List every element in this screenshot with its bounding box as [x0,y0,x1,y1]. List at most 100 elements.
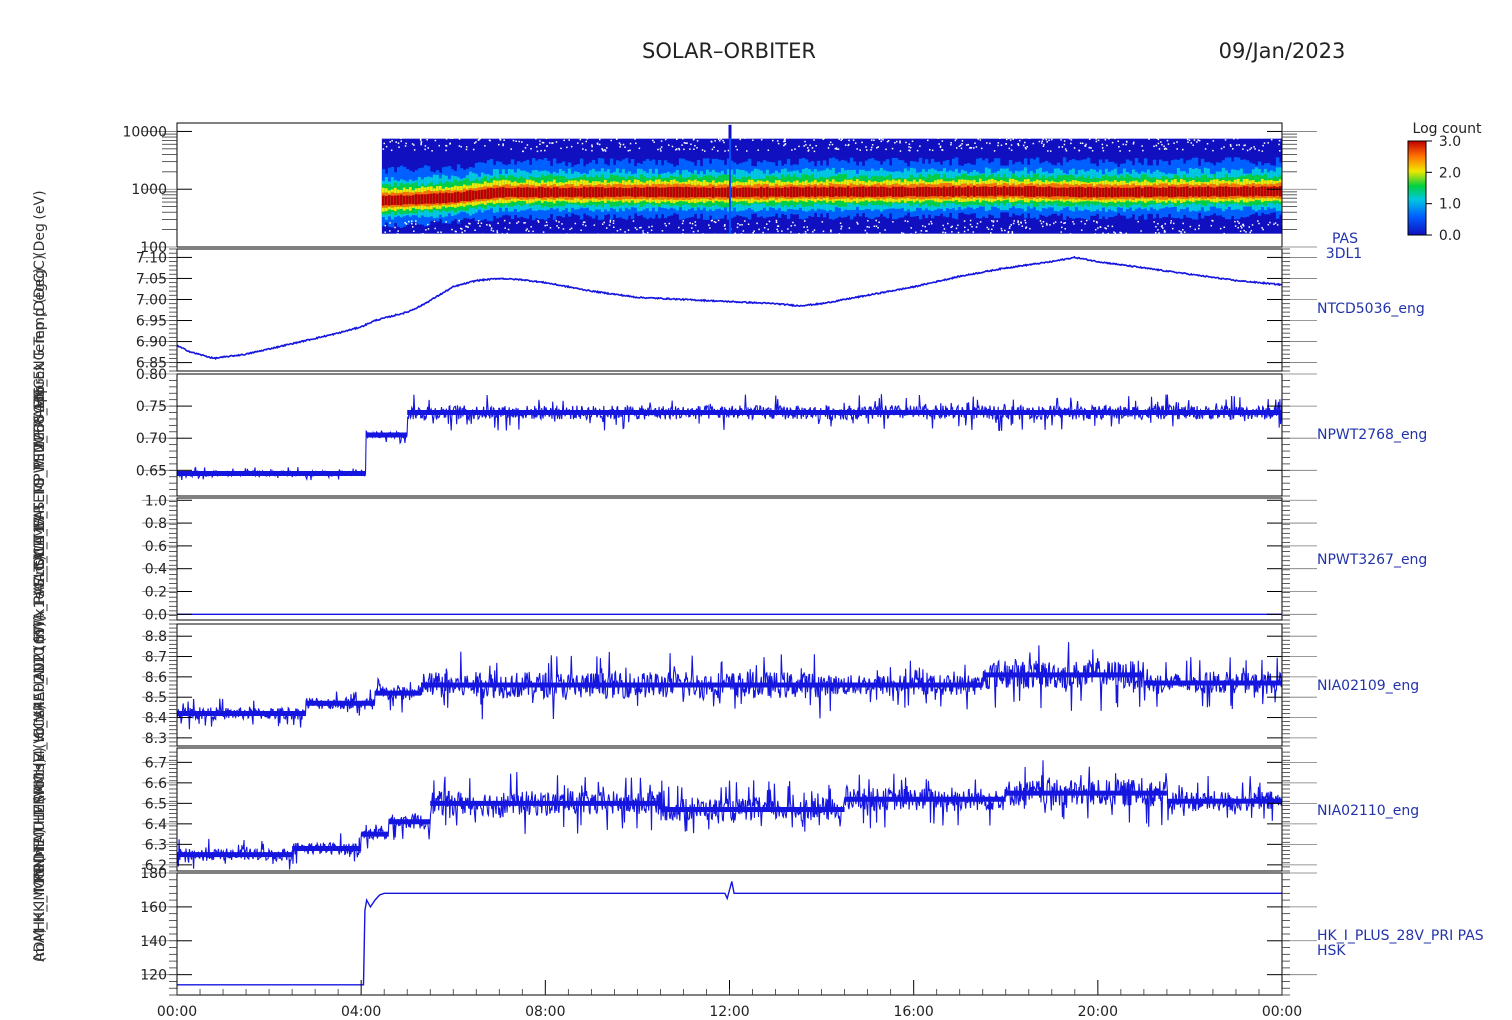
spectrogram-speckle [612,220,615,222]
spectrogram-speckle [916,149,919,152]
spectrogram-speckle [784,138,786,141]
spectrogram-speckle [660,146,663,148]
y-tick-label: 7.00 [136,292,167,308]
spectrogram-speckle [921,235,923,237]
spectrogram-column [450,193,455,203]
spectrogram-speckle [555,141,558,143]
spectrogram-speckle [991,220,993,222]
spectrogram-column [537,186,542,198]
series-line [176,760,1283,870]
spectrogram-speckle [581,142,584,145]
spectrogram-speckle [831,143,834,146]
spectrogram-speckle [1096,221,1098,224]
spectrogram-column [1260,186,1265,197]
spectrogram-speckle [724,235,727,238]
spectrogram-speckle [895,233,898,236]
spectrogram-speckle [772,139,774,142]
spectrogram-speckle [528,230,530,232]
spectrogram-speckle [794,224,796,227]
spectrogram-speckle [394,226,396,229]
spectrogram-speckle [724,228,727,230]
spectrogram-speckle [1047,150,1049,152]
spectrogram-speckle [991,228,993,231]
spectrogram-speckle [1180,231,1182,233]
y-tick-label: 6.7 [145,755,167,771]
spectrogram-speckle [1104,138,1107,141]
spectrogram-speckle [1119,150,1121,152]
spectrogram-column [783,187,788,198]
spectrogram-speckle [624,146,626,148]
spectrogram-column [996,187,1001,196]
spectrogram-speckle [1249,231,1252,234]
spectrogram-speckle [465,225,468,228]
spectrogram-speckle [1197,139,1199,141]
spectrogram-column [906,187,911,197]
spectrogram-speckle [652,139,654,142]
spectrogram-speckle [510,148,512,150]
spectrogram-speckle [967,143,970,146]
y-tick-label: 6.3 [145,837,167,853]
spectrogram-speckle [686,142,688,144]
spectrogram-column [603,188,608,197]
spectrogram-column [591,187,596,198]
spectrogram-column [918,187,923,197]
spectrogram-speckle [465,146,468,148]
spectrogram-speckle [1157,229,1159,231]
spectrogram-speckle [490,227,493,229]
spectrogram-speckle [775,219,778,222]
spectrogram-speckle [942,136,945,139]
spectrogram-column [561,187,566,197]
spectrogram-speckle [739,224,741,226]
spectrogram-speckle [504,227,506,229]
spectrogram-column [1056,187,1061,197]
spectrogram-speckle [839,222,842,224]
spectrogram-speckle [411,226,414,228]
spectrogram-column [882,186,887,197]
spectrogram-speckle [1101,147,1104,149]
spectrogram-speckle [1270,138,1273,141]
spectrogram-speckle [604,149,606,151]
spectrogram-speckle [875,219,877,222]
spectrogram-speckle [859,149,861,151]
spectrogram-speckle [690,143,692,146]
spectrogram-column [627,188,632,197]
spectrogram-column [1128,187,1133,197]
spectrogram-speckle [704,150,706,152]
spectrogram-speckle [866,232,868,235]
spectrogram-speckle [899,150,902,152]
panel-label: NIA02110_eng [1317,803,1419,819]
y-tick-label: 0.75 [136,399,167,415]
spectrogram-speckle [1254,148,1256,150]
series-line [176,394,1283,481]
spectrogram-column [1221,186,1226,197]
spectrogram-speckle [525,229,527,232]
spectrogram-speckle [756,222,758,225]
spectrogram-speckle [1186,138,1189,141]
spectrogram-speckle [776,225,779,227]
spectrogram-column [489,187,494,199]
spectrogram-column [1140,188,1145,197]
spectrogram-column [432,193,437,204]
spectrogram-column [474,190,479,200]
spectrogram-speckle [445,221,447,223]
spectrogram-column [756,188,761,197]
spectrogram-speckle [954,139,957,142]
spectrogram-speckle [642,230,644,232]
spectrogram-speckle [1078,149,1080,152]
spectrogram-column [1047,186,1052,198]
spectrogram-column [711,186,716,198]
spectrogram-column [507,188,512,197]
spectrogram-speckle [427,223,429,226]
spectrogram-column [399,194,404,206]
spectrogram-speckle [1060,221,1063,223]
spectrogram-speckle [506,232,509,235]
spectrogram-speckle [1084,144,1086,147]
spectrogram-column [468,190,473,202]
spectrogram-column [936,186,941,197]
spectrogram-column [663,187,668,197]
spectrogram-speckle [789,235,792,237]
spectrogram-speckle [1015,137,1018,139]
spectrogram-speckle [678,147,680,150]
spectrogram-speckle [1008,137,1010,140]
spectrogram-speckle [437,231,439,234]
